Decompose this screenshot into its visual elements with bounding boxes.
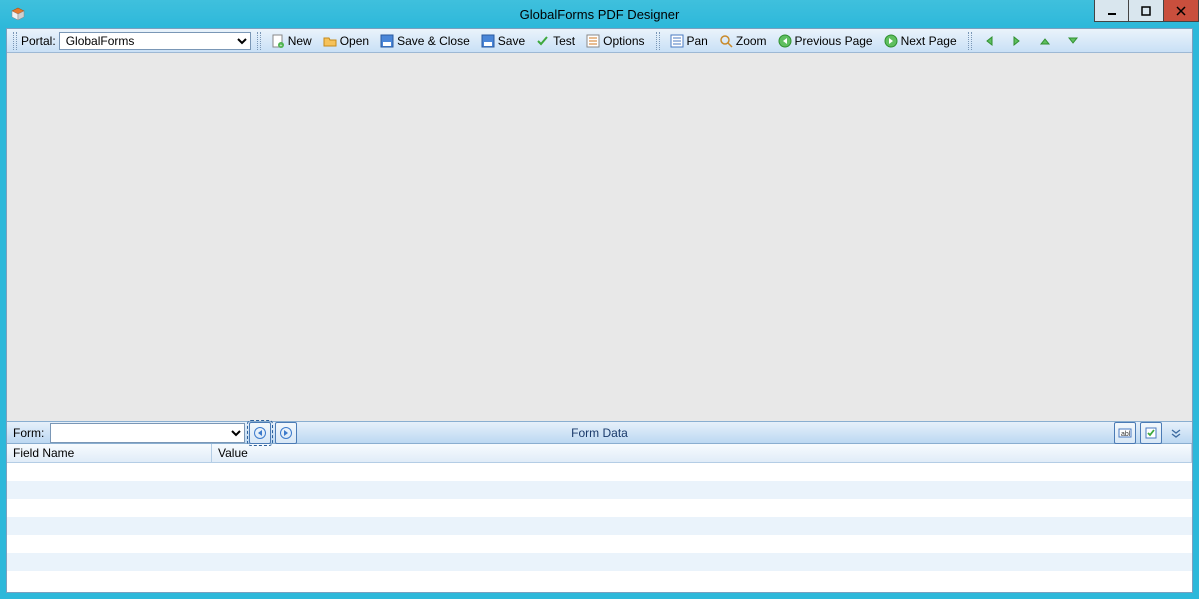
window-controls bbox=[1094, 0, 1199, 22]
save-close-button[interactable]: Save & Close bbox=[375, 32, 474, 50]
pan-label: Pan bbox=[687, 34, 708, 48]
app-icon bbox=[10, 6, 26, 22]
table-row[interactable] bbox=[7, 535, 1192, 553]
toolbar-grip bbox=[13, 32, 17, 50]
save-button[interactable]: Save bbox=[476, 32, 529, 50]
svg-text:abl: abl bbox=[1121, 431, 1131, 438]
save-label: Save bbox=[498, 34, 525, 48]
form-label: Form: bbox=[13, 426, 44, 440]
next-page-button[interactable]: Next Page bbox=[879, 32, 961, 50]
options-button[interactable]: Options bbox=[581, 32, 648, 50]
arrow-right-icon bbox=[279, 426, 293, 440]
grid-body bbox=[7, 463, 1192, 589]
form-data-grid: Field Name Value bbox=[7, 444, 1192, 592]
table-row[interactable] bbox=[7, 553, 1192, 571]
table-row[interactable] bbox=[7, 571, 1192, 589]
pan-icon bbox=[669, 33, 685, 49]
new-button[interactable]: + New bbox=[266, 32, 316, 50]
close-button[interactable] bbox=[1164, 0, 1199, 22]
zoom-label: Zoom bbox=[736, 34, 767, 48]
title-bar: GlobalForms PDF Designer bbox=[0, 0, 1199, 28]
new-file-icon: + bbox=[270, 33, 286, 49]
checkbox-icon bbox=[1144, 426, 1158, 440]
nav-down-button[interactable] bbox=[1061, 32, 1087, 50]
options-icon bbox=[585, 33, 601, 49]
save-close-label: Save & Close bbox=[397, 34, 470, 48]
nav-up-button[interactable] bbox=[1033, 32, 1059, 50]
options-label: Options bbox=[603, 34, 644, 48]
test-button[interactable]: Test bbox=[531, 32, 579, 50]
toolbar-grip bbox=[968, 32, 972, 50]
zoom-button[interactable]: Zoom bbox=[714, 32, 771, 50]
minimize-button[interactable] bbox=[1094, 0, 1129, 22]
save-icon bbox=[480, 33, 496, 49]
svg-text:+: + bbox=[279, 43, 282, 49]
window-title: GlobalForms PDF Designer bbox=[520, 7, 680, 22]
form-prev-button[interactable] bbox=[249, 422, 271, 444]
arrow-left-icon bbox=[253, 426, 267, 440]
new-label: New bbox=[288, 34, 312, 48]
form-next-button[interactable] bbox=[275, 422, 297, 444]
toolbar-grip bbox=[656, 32, 660, 50]
toolbar-grip bbox=[257, 32, 261, 50]
form-data-header: Form: Form Data abl bbox=[7, 421, 1192, 444]
prev-page-label: Previous Page bbox=[795, 34, 873, 48]
collapse-toggle[interactable] bbox=[1170, 427, 1186, 439]
form-select[interactable] bbox=[50, 423, 245, 443]
grid-header-row: Field Name Value bbox=[7, 444, 1192, 463]
check-icon bbox=[535, 33, 551, 49]
portal-select[interactable]: GlobalForms bbox=[59, 32, 251, 50]
chevron-down-icon bbox=[1170, 427, 1182, 439]
portal-label: Portal: bbox=[21, 34, 56, 48]
table-row[interactable] bbox=[7, 499, 1192, 517]
checkbox-tool-button[interactable] bbox=[1140, 422, 1162, 444]
folder-open-icon bbox=[322, 33, 338, 49]
next-page-label: Next Page bbox=[901, 34, 957, 48]
nav-right-button[interactable] bbox=[1005, 32, 1031, 50]
test-label: Test bbox=[553, 34, 575, 48]
client-area: Portal: GlobalForms + New Open Save & Cl… bbox=[6, 28, 1193, 593]
form-data-title: Form Data bbox=[571, 426, 628, 440]
col-field-name[interactable]: Field Name bbox=[7, 444, 212, 462]
arrow-left-icon bbox=[981, 33, 997, 49]
arrow-right-icon bbox=[1009, 33, 1025, 49]
prev-page-icon bbox=[777, 33, 793, 49]
col-value[interactable]: Value bbox=[212, 444, 1192, 462]
open-button[interactable]: Open bbox=[318, 32, 373, 50]
arrow-up-icon bbox=[1037, 33, 1053, 49]
pan-button[interactable]: Pan bbox=[665, 32, 712, 50]
save-close-icon bbox=[379, 33, 395, 49]
open-label: Open bbox=[340, 34, 369, 48]
design-canvas[interactable] bbox=[7, 53, 1192, 421]
prev-page-button[interactable]: Previous Page bbox=[773, 32, 877, 50]
table-row[interactable] bbox=[7, 463, 1192, 481]
next-page-icon bbox=[883, 33, 899, 49]
nav-left-button[interactable] bbox=[977, 32, 1003, 50]
arrow-down-icon bbox=[1065, 33, 1081, 49]
zoom-icon bbox=[718, 33, 734, 49]
maximize-button[interactable] bbox=[1129, 0, 1164, 22]
main-toolbar: Portal: GlobalForms + New Open Save & Cl… bbox=[7, 29, 1192, 53]
textbox-tool-button[interactable]: abl bbox=[1114, 422, 1136, 444]
table-row[interactable] bbox=[7, 517, 1192, 535]
table-row[interactable] bbox=[7, 481, 1192, 499]
textbox-icon: abl bbox=[1118, 427, 1132, 439]
